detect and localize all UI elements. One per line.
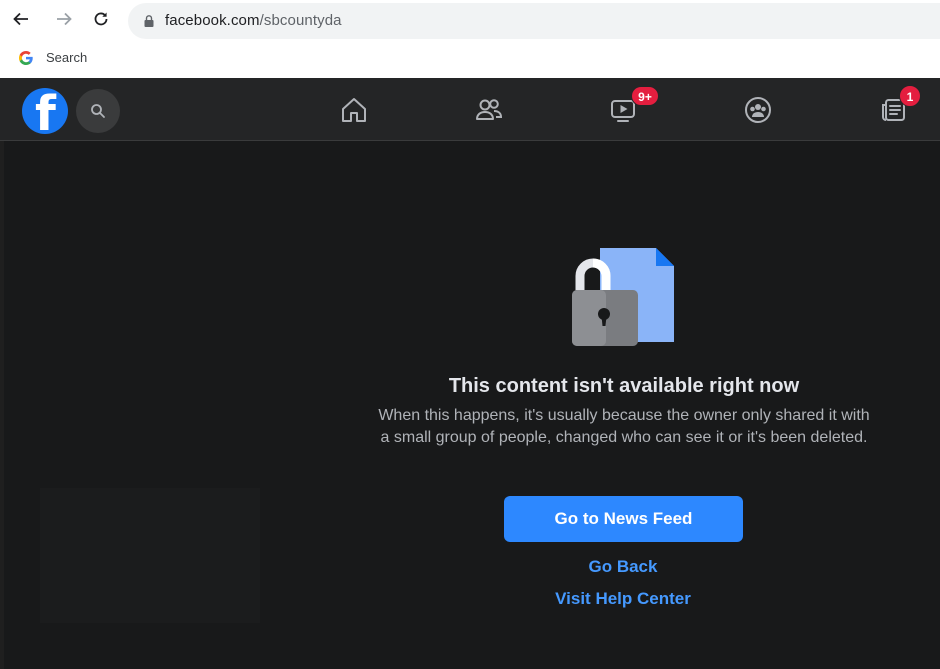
browser-toolbar: facebook.com/sbcountyda <box>0 0 940 42</box>
bookmarks-bar: Search <box>0 42 940 78</box>
google-icon <box>19 51 33 65</box>
home-tab[interactable] <box>336 92 372 128</box>
locked-document-icon <box>572 248 674 346</box>
url-text: facebook.com/sbcountyda <box>165 12 342 29</box>
groups-tab[interactable] <box>740 92 776 128</box>
left-panel-shadow <box>40 488 260 623</box>
forward-button[interactable] <box>53 8 75 30</box>
address-bar[interactable]: facebook.com/sbcountyda <box>128 3 940 39</box>
back-arrow-icon <box>13 12 28 26</box>
search-button[interactable] <box>76 89 120 133</box>
bookmark-search[interactable]: Search <box>46 50 87 65</box>
facebook-page: f 9+ 1 This content isn't available righ… <box>0 78 940 669</box>
go-to-news-feed-button[interactable]: Go to News Feed <box>504 496 743 542</box>
back-button[interactable] <box>10 8 32 30</box>
lock-icon <box>144 15 154 27</box>
watch-notification-badge: 9+ <box>631 86 659 106</box>
forward-arrow-icon <box>57 12 72 26</box>
visit-help-center-link[interactable]: Visit Help Center <box>473 589 773 609</box>
news-notification-badge: 1 <box>899 85 921 107</box>
facebook-logo-icon[interactable]: f <box>22 88 68 134</box>
left-edge <box>0 78 4 669</box>
groups-icon <box>745 97 771 123</box>
search-icon <box>91 104 105 118</box>
facebook-top-bar: f 9+ 1 <box>0 78 940 141</box>
url-domain: facebook.com <box>165 12 260 29</box>
go-back-link[interactable]: Go Back <box>473 557 773 577</box>
error-title: This content isn't available right now <box>448 375 800 397</box>
reload-button[interactable] <box>90 8 112 30</box>
home-icon <box>342 98 366 122</box>
reload-icon <box>94 12 108 26</box>
friends-icon <box>476 99 503 120</box>
friends-tab[interactable] <box>471 92 507 128</box>
url-path: /sbcountyda <box>259 12 342 29</box>
error-message: When this happens, it's usually because … <box>378 407 870 446</box>
